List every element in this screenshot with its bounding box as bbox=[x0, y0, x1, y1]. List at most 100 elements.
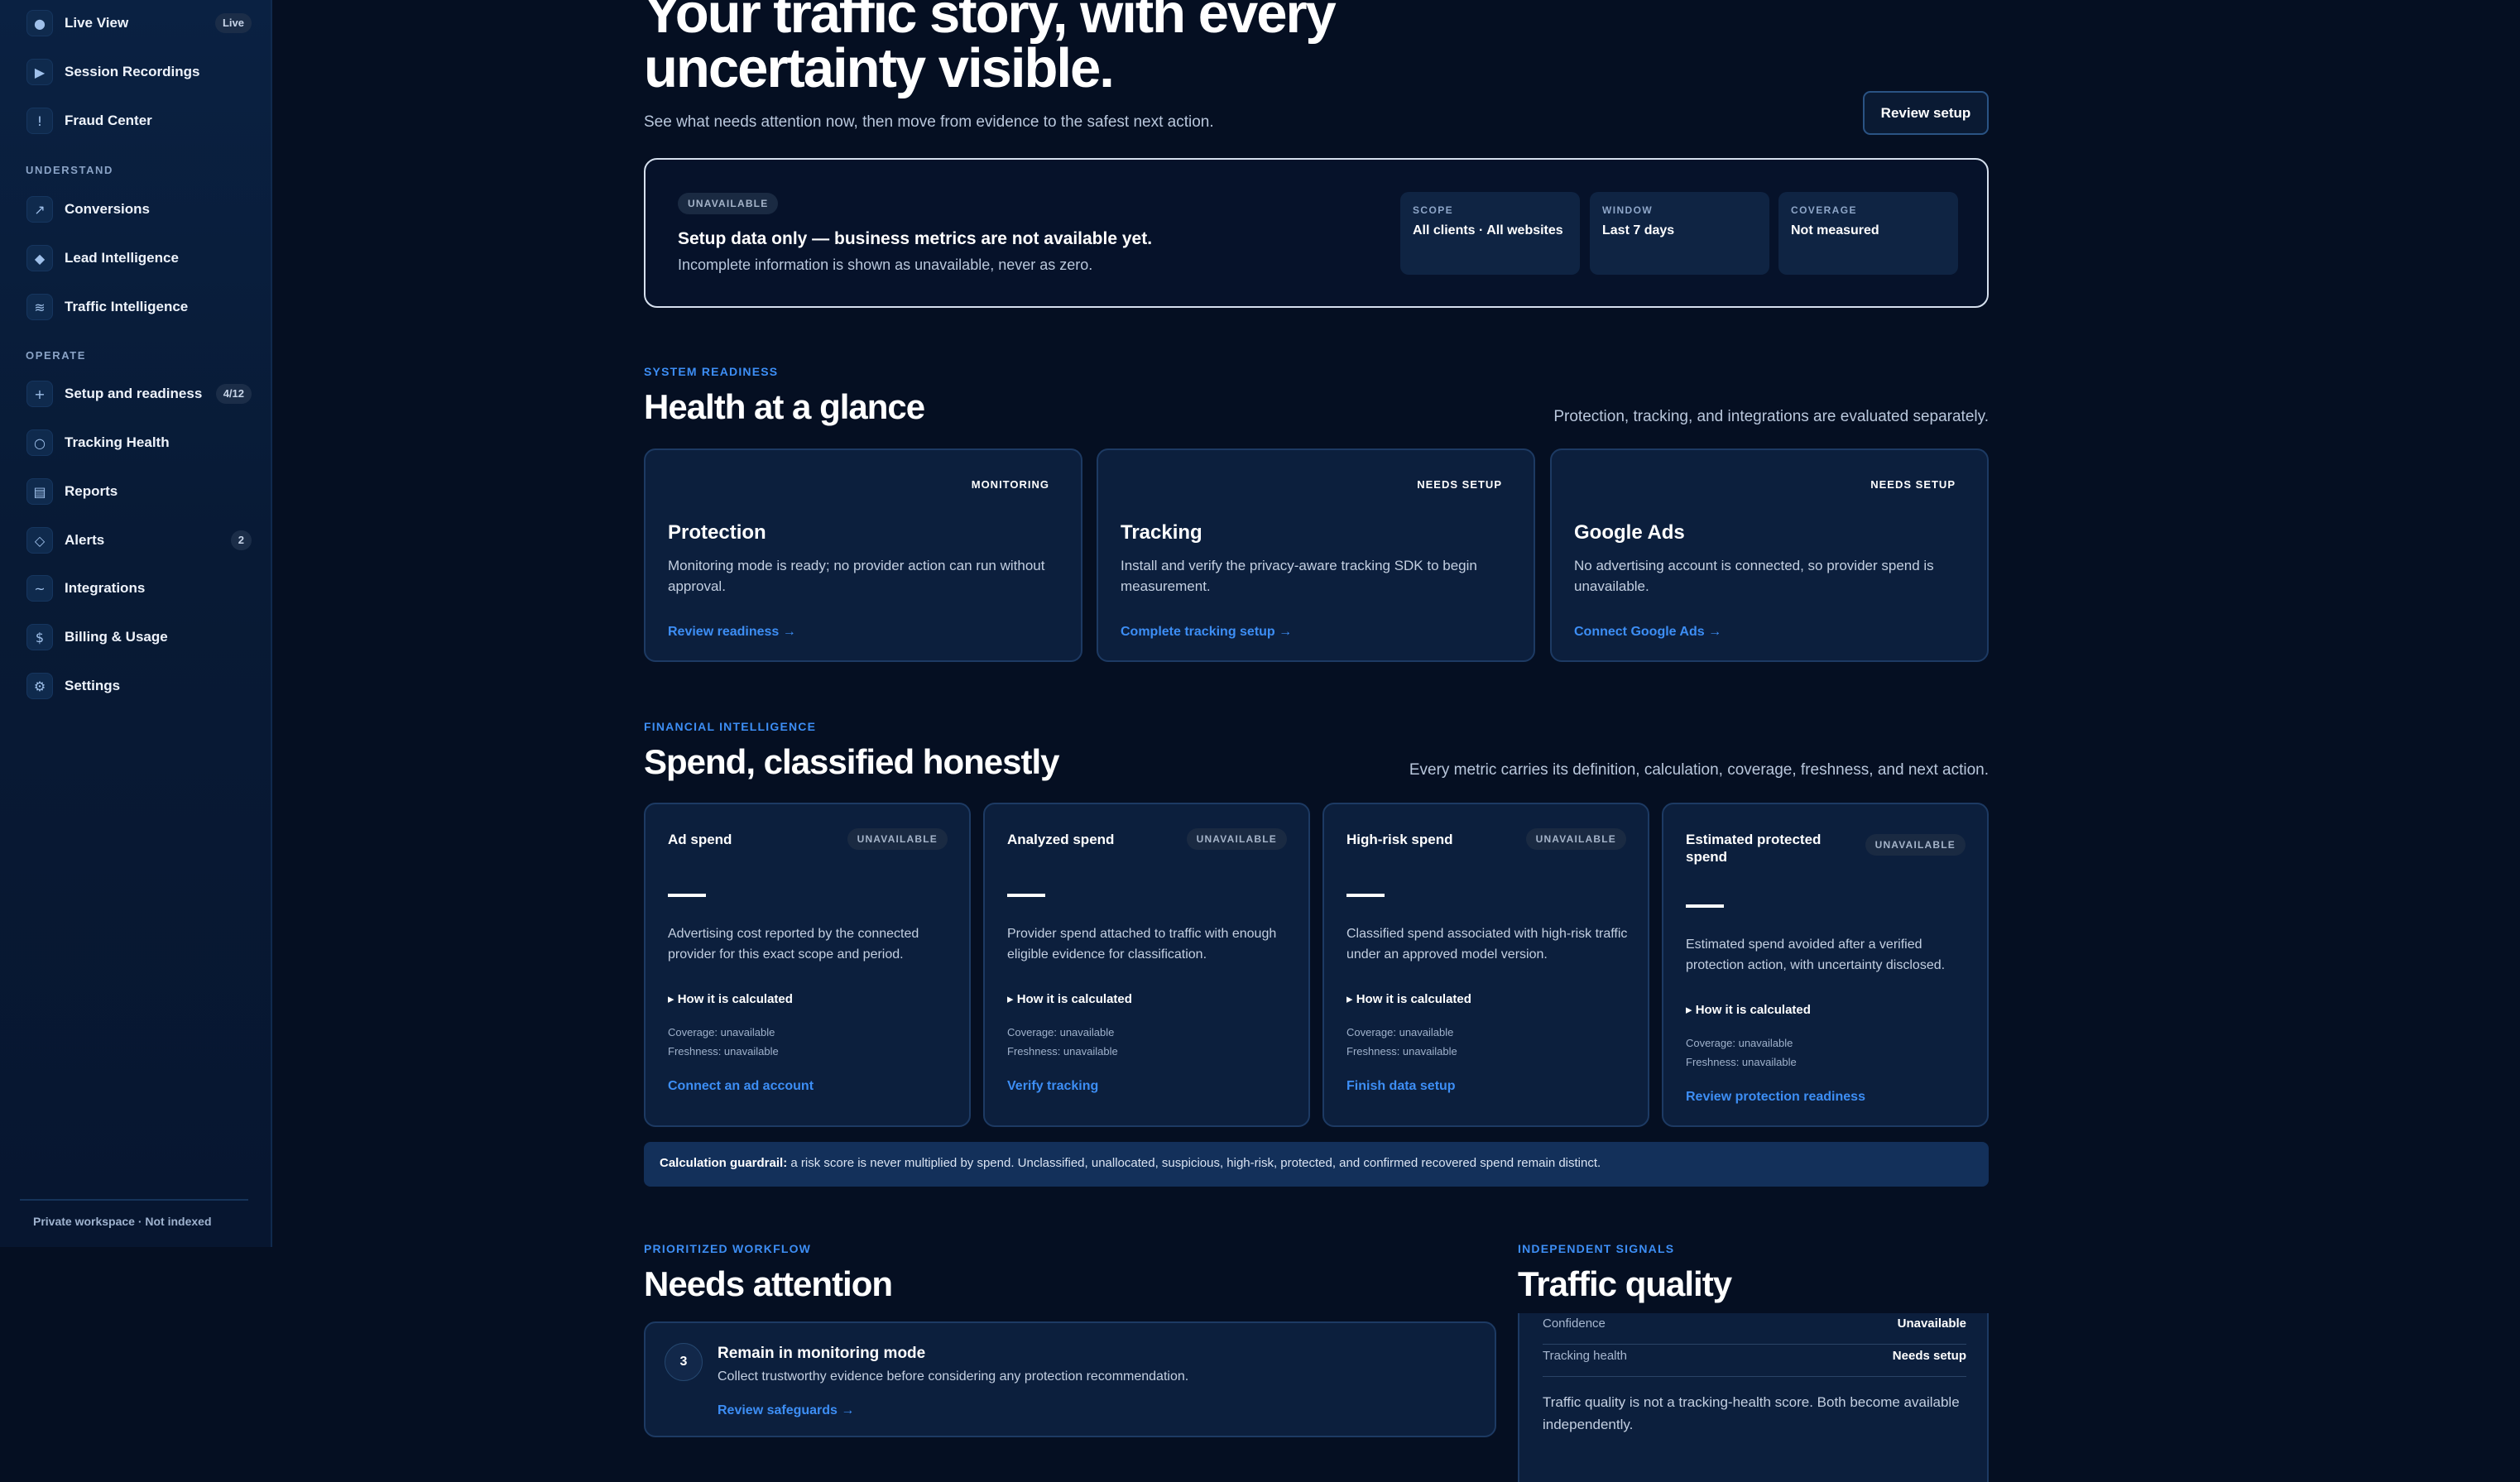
toggle-label: How it is calculated bbox=[677, 992, 793, 1006]
sidebar: ● Live View Live ▶ Session Recordings ! … bbox=[0, 0, 272, 1247]
sidebar-item-label: Reports bbox=[65, 483, 118, 499]
sidebar-item-settings[interactable]: ⚙ Settings bbox=[18, 666, 252, 706]
metric-value-unavailable bbox=[668, 894, 706, 897]
gear-icon: ⚙ bbox=[26, 673, 53, 699]
review-safeguards-link[interactable]: Review safeguards → bbox=[718, 1403, 854, 1418]
status-badge: NEEDS SETUP bbox=[1870, 478, 1956, 491]
signal-key: Tracking health bbox=[1543, 1349, 1627, 1363]
meta-value: Last 7 days bbox=[1602, 223, 1675, 237]
circle-icon: ○ bbox=[26, 429, 53, 456]
card-title: Protection bbox=[668, 521, 766, 544]
how-calculated-toggle[interactable]: ▸ How it is calculated bbox=[1007, 991, 1132, 1006]
waves-icon: ≋ bbox=[26, 294, 53, 320]
section-note: Protection, tracking, and integrations a… bbox=[1553, 408, 1989, 425]
how-calculated-toggle[interactable]: ▸ How it is calculated bbox=[668, 991, 793, 1006]
metric-title: High-risk spend bbox=[1346, 832, 1453, 847]
dot-icon: ● bbox=[26, 10, 53, 36]
health-card-google-ads: NEEDS SETUP Google Ads No advertising ac… bbox=[1550, 448, 1989, 662]
metric-card-high-risk-spend: High-risk spend UNAVAILABLE Classified s… bbox=[1322, 803, 1649, 1127]
caret-right-icon: ▸ bbox=[1686, 1003, 1696, 1017]
status-badge: UNAVAILABLE bbox=[1525, 828, 1626, 850]
metric-title: Estimated protected spend bbox=[1686, 832, 1822, 865]
metric-value-unavailable bbox=[1007, 894, 1045, 897]
sidebar-item-setup-readiness[interactable]: + Setup and readiness 4/12 bbox=[18, 374, 252, 414]
freshness-text: Freshness: unavailable bbox=[1007, 1045, 1118, 1058]
sidebar-item-label: Settings bbox=[65, 678, 121, 693]
sidebar-item-lead-intelligence[interactable]: ◆ Lead Intelligence bbox=[18, 238, 252, 278]
health-card-protection: MONITORING Protection Monitoring mode is… bbox=[644, 448, 1082, 662]
section-eyebrow: PRIORITIZED WORKFLOW bbox=[644, 1242, 812, 1255]
sidebar-item-traffic-intelligence[interactable]: ≋ Traffic Intelligence bbox=[18, 287, 252, 327]
metric-card-ad-spend: Ad spend UNAVAILABLE Advertising cost re… bbox=[644, 803, 971, 1127]
status-badge: UNAVAILABLE bbox=[1186, 828, 1287, 850]
caret-right-icon: ▸ bbox=[668, 992, 678, 1006]
section-title: Health at a glance bbox=[644, 387, 925, 426]
caret-right-icon: ▸ bbox=[1346, 992, 1356, 1006]
report-icon: ▤ bbox=[26, 478, 53, 505]
sidebar-item-reports[interactable]: ▤ Reports bbox=[18, 472, 252, 511]
signal-value: Needs setup bbox=[1892, 1349, 1966, 1363]
data-status-panel: UNAVAILABLE Setup data only — business m… bbox=[644, 158, 1989, 308]
guardrail-label: Calculation guardrail: bbox=[660, 1156, 788, 1170]
coverage-text: Coverage: unavailable bbox=[1346, 1026, 1454, 1038]
how-calculated-toggle[interactable]: ▸ How it is calculated bbox=[1686, 1002, 1811, 1017]
setup-progress-badge: 4/12 bbox=[215, 384, 252, 404]
review-readiness-link[interactable]: Review readiness → bbox=[668, 625, 796, 640]
metric-title: Ad spend bbox=[668, 832, 732, 847]
play-icon: ▶ bbox=[26, 59, 53, 85]
sidebar-item-label: Tracking Health bbox=[65, 434, 170, 450]
meta-label: WINDOW bbox=[1602, 204, 1654, 216]
card-description: Install and verify the privacy-aware tra… bbox=[1121, 558, 1477, 594]
caret-right-icon: ▸ bbox=[1007, 992, 1017, 1006]
window-filter[interactable]: WINDOW Last 7 days bbox=[1590, 192, 1769, 275]
sidebar-item-fraud-center[interactable]: ! Fraud Center bbox=[18, 101, 252, 141]
finish-data-setup-link[interactable]: Finish data setup bbox=[1346, 1079, 1456, 1094]
step-number: 3 bbox=[665, 1343, 703, 1381]
sidebar-item-conversions[interactable]: ↗ Conversions bbox=[18, 189, 252, 229]
status-badge: UNAVAILABLE bbox=[847, 828, 948, 850]
freshness-text: Freshness: unavailable bbox=[668, 1045, 779, 1058]
sidebar-item-alerts[interactable]: ◇ Alerts 2 bbox=[18, 520, 252, 560]
sidebar-item-label: Live View bbox=[65, 15, 129, 31]
sidebar-item-billing-usage[interactable]: $ Billing & Usage bbox=[18, 617, 252, 657]
sidebar-item-tracking-health[interactable]: ○ Tracking Health bbox=[18, 423, 252, 463]
section-understand: UNDERSTAND bbox=[26, 164, 114, 176]
signal-row-confidence: Confidence Unavailable bbox=[1543, 1313, 1966, 1345]
sidebar-item-label: Setup and readiness bbox=[65, 386, 203, 401]
connect-ad-account-link[interactable]: Connect an ad account bbox=[668, 1079, 814, 1094]
workspace-status: Private workspace · Not indexed bbox=[33, 1215, 212, 1228]
sidebar-item-session-recordings[interactable]: ▶ Session Recordings bbox=[18, 52, 252, 92]
complete-tracking-setup-link[interactable]: Complete tracking setup → bbox=[1121, 625, 1292, 640]
plus-icon: + bbox=[26, 381, 53, 407]
connect-google-ads-link[interactable]: Connect Google Ads → bbox=[1574, 625, 1721, 640]
trend-icon: ↗ bbox=[26, 196, 53, 223]
signal-value: Unavailable bbox=[1897, 1317, 1966, 1331]
signal-row-tracking-health: Tracking health Needs setup bbox=[1543, 1345, 1966, 1377]
attention-title: Remain in monitoring mode bbox=[718, 1345, 926, 1362]
attention-item: 3 Remain in monitoring mode Collect trus… bbox=[644, 1321, 1496, 1437]
status-badge: UNAVAILABLE bbox=[678, 193, 779, 214]
page-subtitle: See what needs attention now, then move … bbox=[644, 113, 1214, 131]
meta-value: Not measured bbox=[1791, 223, 1879, 237]
meta-label: SCOPE bbox=[1413, 204, 1454, 216]
calculation-guardrail-banner: Calculation guardrail: a risk score is n… bbox=[644, 1142, 1989, 1187]
sidebar-item-live-view[interactable]: ● Live View Live bbox=[18, 3, 252, 43]
metric-card-protected-spend: Estimated protected spend UNAVAILABLE Es… bbox=[1662, 803, 1989, 1127]
review-setup-button[interactable]: Review setup bbox=[1863, 91, 1989, 135]
verify-tracking-link[interactable]: Verify tracking bbox=[1007, 1079, 1098, 1094]
section-eyebrow: INDEPENDENT SIGNALS bbox=[1518, 1242, 1675, 1255]
status-title: Setup data only — business metrics are n… bbox=[678, 229, 1153, 248]
sidebar-item-integrations[interactable]: ~ Integrations bbox=[18, 568, 252, 608]
sidebar-item-label: Alerts bbox=[65, 532, 105, 548]
metric-description: Provider spend attached to traffic with … bbox=[1007, 927, 1277, 962]
dollar-icon: $ bbox=[26, 624, 53, 650]
guardrail-text: a risk score is never multiplied by spen… bbox=[787, 1156, 1601, 1170]
review-protection-readiness-link[interactable]: Review protection readiness bbox=[1686, 1090, 1865, 1105]
card-description: No advertising account is connected, so … bbox=[1574, 558, 1934, 594]
scope-filter[interactable]: SCOPE All clients · All websites bbox=[1400, 192, 1580, 275]
how-calculated-toggle[interactable]: ▸ How it is calculated bbox=[1346, 991, 1471, 1006]
health-card-tracking: NEEDS SETUP Tracking Install and verify … bbox=[1097, 448, 1535, 662]
diamond-icon: ◆ bbox=[26, 245, 53, 271]
traffic-quality-note: Traffic quality is not a tracking-health… bbox=[1543, 1394, 1960, 1432]
signal-key: Confidence bbox=[1543, 1317, 1606, 1331]
